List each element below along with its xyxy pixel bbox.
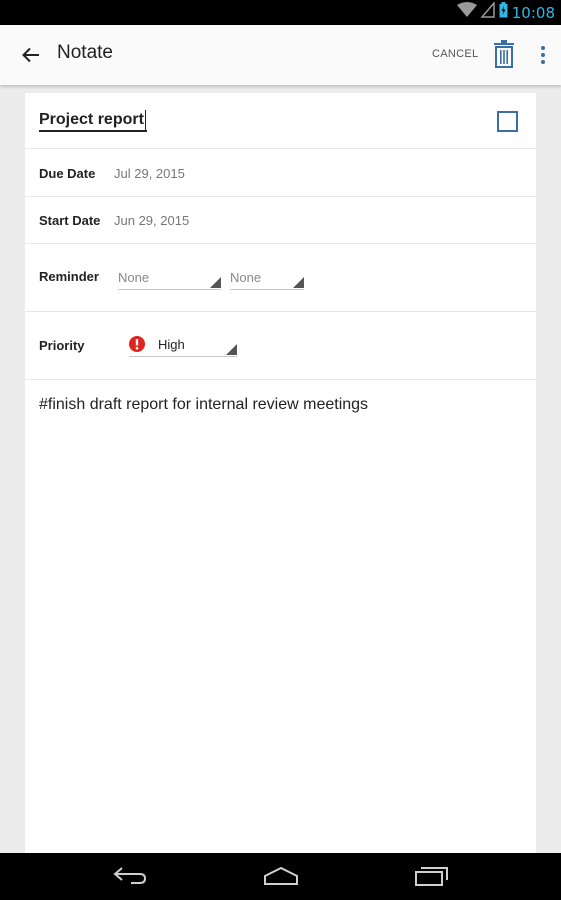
- reminder-spinner-1-value: None: [118, 270, 150, 285]
- priority-row: Priority High: [25, 312, 536, 380]
- status-bar: 10:08: [0, 0, 561, 25]
- navigation-bar: [0, 853, 561, 900]
- reminder-label: Reminder: [39, 269, 99, 284]
- app-bar: Notate CANCEL: [0, 25, 561, 85]
- text-cursor: [144, 110, 146, 130]
- start-date-value[interactable]: Jun 29, 2015: [114, 213, 189, 228]
- signal-icon: [480, 0, 495, 23]
- nav-recents-icon: [415, 867, 448, 886]
- delete-button[interactable]: [493, 40, 515, 68]
- dropdown-triangle-icon: [293, 277, 304, 288]
- due-date-value[interactable]: Jul 29, 2015: [114, 166, 185, 181]
- start-date-label: Start Date: [39, 213, 101, 228]
- more-vertical-icon: [541, 46, 545, 64]
- trash-icon: [494, 40, 514, 68]
- app-title: Notate: [57, 42, 113, 63]
- task-note-input[interactable]: #finish draft report for internal review…: [39, 396, 368, 414]
- back-button[interactable]: [16, 40, 46, 70]
- task-editor-card: Project report Due Date Jul 29, 2015 Sta…: [25, 93, 536, 853]
- battery-icon: [499, 2, 508, 23]
- nav-recents-button[interactable]: [414, 865, 450, 892]
- overflow-menu-button[interactable]: [536, 43, 550, 67]
- nav-back-icon: [113, 867, 147, 884]
- reminder-spinner-1[interactable]: None: [118, 268, 221, 290]
- task-complete-checkbox[interactable]: [497, 111, 518, 132]
- reminder-spinner-2[interactable]: None: [230, 268, 304, 290]
- cancel-button[interactable]: CANCEL: [432, 48, 478, 60]
- dropdown-triangle-icon: [210, 277, 221, 288]
- arrow-left-icon: [22, 47, 39, 63]
- title-row: Project report: [25, 93, 536, 149]
- due-date-label: Due Date: [39, 166, 96, 181]
- reminder-spinner-2-value: None: [230, 270, 262, 285]
- reminder-row: Reminder None None: [25, 244, 536, 312]
- task-title-text: Project report: [39, 111, 144, 128]
- status-clock: 10:08: [511, 3, 555, 22]
- wifi-icon: [456, 2, 477, 23]
- start-date-row[interactable]: Start Date Jun 29, 2015: [25, 197, 536, 244]
- priority-spinner[interactable]: High: [129, 335, 237, 357]
- priority-value: High: [158, 337, 185, 352]
- priority-label: Priority: [39, 338, 85, 353]
- nav-back-button[interactable]: [113, 865, 147, 892]
- dropdown-triangle-icon: [226, 344, 237, 355]
- nav-home-icon: [264, 866, 298, 885]
- due-date-row[interactable]: Due Date Jul 29, 2015: [25, 149, 536, 197]
- nav-home-button[interactable]: [263, 865, 299, 892]
- exclamation-icon: [129, 336, 145, 357]
- task-title-input[interactable]: Project report: [39, 110, 147, 132]
